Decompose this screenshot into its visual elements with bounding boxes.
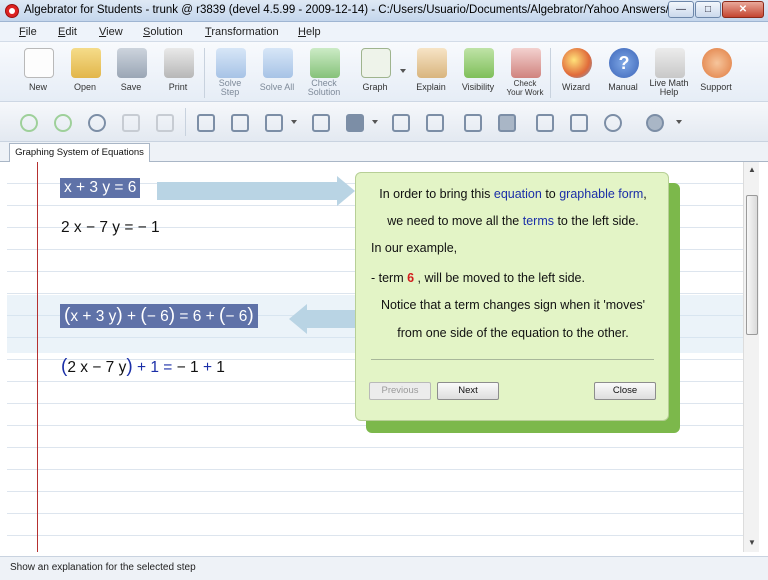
menu-solution[interactable]: Solution: [143, 26, 183, 38]
status-bar: Show an explanation for the selected ste…: [0, 556, 768, 580]
app-logo-icon: [5, 4, 19, 18]
new-document-icon: [24, 48, 54, 78]
folder-icon: [71, 48, 101, 78]
arrow-to-explanation-icon: [157, 176, 355, 206]
graph-icon: [361, 48, 391, 78]
explanation-popup: In order to bring this equation to graph…: [355, 172, 669, 421]
scroll-thumb[interactable]: [746, 195, 758, 335]
undo-icon[interactable]: [18, 112, 40, 134]
wizard-icon: [562, 48, 592, 78]
equation-4[interactable]: (2 x − 7 y) + 1 = − 1 + 1: [61, 356, 225, 378]
equation-3-selected[interactable]: (x + 3 y) + (− 6) = 6 + (− 6): [60, 304, 258, 328]
check-solution-button[interactable]: Check Solution: [301, 45, 347, 101]
popup-line-2: we need to move all the terms to the lef…: [387, 214, 639, 228]
scroll-down-icon[interactable]: ▼: [745, 536, 759, 550]
open-button[interactable]: Open: [62, 45, 108, 101]
live-math-help-button[interactable]: Live Math Help: [646, 45, 692, 101]
toolbar-divider: [185, 108, 186, 136]
window-controls: — □ ✕: [668, 1, 764, 18]
wizard-button[interactable]: Wizard: [553, 45, 599, 101]
popup-line-6: from one side of the equation to the oth…: [397, 326, 629, 340]
fraction-alt-icon[interactable]: [424, 112, 446, 134]
popup-line-5: Notice that a term changes sign when it …: [381, 298, 645, 312]
visibility-button[interactable]: Visibility: [455, 45, 501, 101]
popup-line-1: In order to bring this equation to graph…: [379, 187, 647, 201]
scroll-up-icon[interactable]: ▲: [745, 163, 759, 177]
stack-icon[interactable]: [263, 112, 285, 134]
live-help-icon: [655, 48, 685, 78]
parentheses-filled-icon[interactable]: [644, 112, 666, 134]
status-text: Show an explanation for the selected ste…: [10, 562, 196, 573]
solve-step-icon: [216, 48, 246, 78]
menu-view[interactable]: View: [99, 26, 123, 38]
square-outline-icon[interactable]: [310, 112, 332, 134]
bracket-filled-icon[interactable]: [496, 112, 518, 134]
equation-1-selected[interactable]: x + 3 y = 6: [60, 178, 141, 198]
close-window-button[interactable]: ✕: [722, 1, 764, 18]
parentheses-dropdown-icon[interactable]: [676, 120, 682, 124]
save-button[interactable]: Save: [108, 45, 154, 101]
bracket-icon[interactable]: [462, 112, 484, 134]
popup-divider: [371, 359, 654, 360]
menu-help[interactable]: Help: [298, 26, 321, 38]
paste-icon[interactable]: [154, 112, 176, 134]
margin-line: [37, 162, 38, 552]
cut-icon[interactable]: [86, 112, 108, 134]
support-button[interactable]: Support: [693, 45, 739, 101]
popup-line-3: In our example,: [371, 241, 458, 255]
next-button[interactable]: Next: [437, 382, 499, 400]
explain-button[interactable]: Explain: [408, 45, 454, 101]
solve-all-icon: [263, 48, 293, 78]
menu-file[interactable]: File: [19, 26, 37, 38]
popup-line-4: - term 6 , will be moved to the left sid…: [371, 271, 585, 285]
vertical-scrollbar[interactable]: ▲ ▼: [743, 162, 759, 552]
support-icon: [702, 48, 732, 78]
explain-icon: [417, 48, 447, 78]
graph-button[interactable]: Graph: [352, 45, 398, 101]
redo-icon[interactable]: [52, 112, 74, 134]
matrix-alt-icon[interactable]: [568, 112, 590, 134]
square-filled-icon[interactable]: [344, 112, 366, 134]
main-toolbar: New Open Save Print Solve Step Solve All…: [0, 42, 768, 102]
check-work-icon: [511, 48, 541, 78]
print-icon: [164, 48, 194, 78]
print-button[interactable]: Print: [155, 45, 201, 101]
graph-dropdown-icon[interactable]: [400, 69, 406, 73]
parentheses-icon[interactable]: [602, 112, 624, 134]
tab-graphing-system[interactable]: Graphing System of Equations: [9, 143, 150, 162]
window-title: Algebrator for Students - trunk @ r3839 …: [24, 4, 684, 16]
new-button[interactable]: New: [15, 45, 61, 101]
equation-2[interactable]: 2 x − 7 y = − 1: [61, 219, 160, 237]
visibility-icon: [464, 48, 494, 78]
document-tabs: Graphing System of Equations: [0, 142, 768, 162]
arrow-from-explanation-icon: [289, 304, 357, 334]
menu-edit[interactable]: Edit: [58, 26, 77, 38]
menu-transformation[interactable]: Transformation: [205, 26, 279, 38]
solve-all-button[interactable]: Solve All: [254, 45, 300, 101]
title-bar: Algebrator for Students - trunk @ r3839 …: [0, 0, 768, 22]
menu-bar: File Edit View Solution Transformation H…: [0, 22, 768, 42]
close-popup-button[interactable]: Close: [594, 382, 656, 400]
maximize-button[interactable]: □: [695, 1, 721, 18]
square-dropdown-icon[interactable]: [372, 120, 378, 124]
matrix-icon[interactable]: [534, 112, 556, 134]
transform-toolbar: [0, 102, 768, 142]
solve-step-button[interactable]: Solve Step: [207, 45, 253, 101]
stack-dropdown-icon[interactable]: [291, 120, 297, 124]
help-manual-icon: ?: [609, 48, 639, 78]
checkmark-icon: [310, 48, 340, 78]
save-icon: [117, 48, 147, 78]
copy-icon[interactable]: [120, 112, 142, 134]
align-rows-icon[interactable]: [229, 112, 251, 134]
fraction-icon[interactable]: [390, 112, 412, 134]
minimize-button[interactable]: —: [668, 1, 694, 18]
check-your-work-button[interactable]: Check Your Work: [502, 45, 548, 101]
align-grid-icon[interactable]: [195, 112, 217, 134]
previous-button[interactable]: Previous: [369, 382, 431, 400]
